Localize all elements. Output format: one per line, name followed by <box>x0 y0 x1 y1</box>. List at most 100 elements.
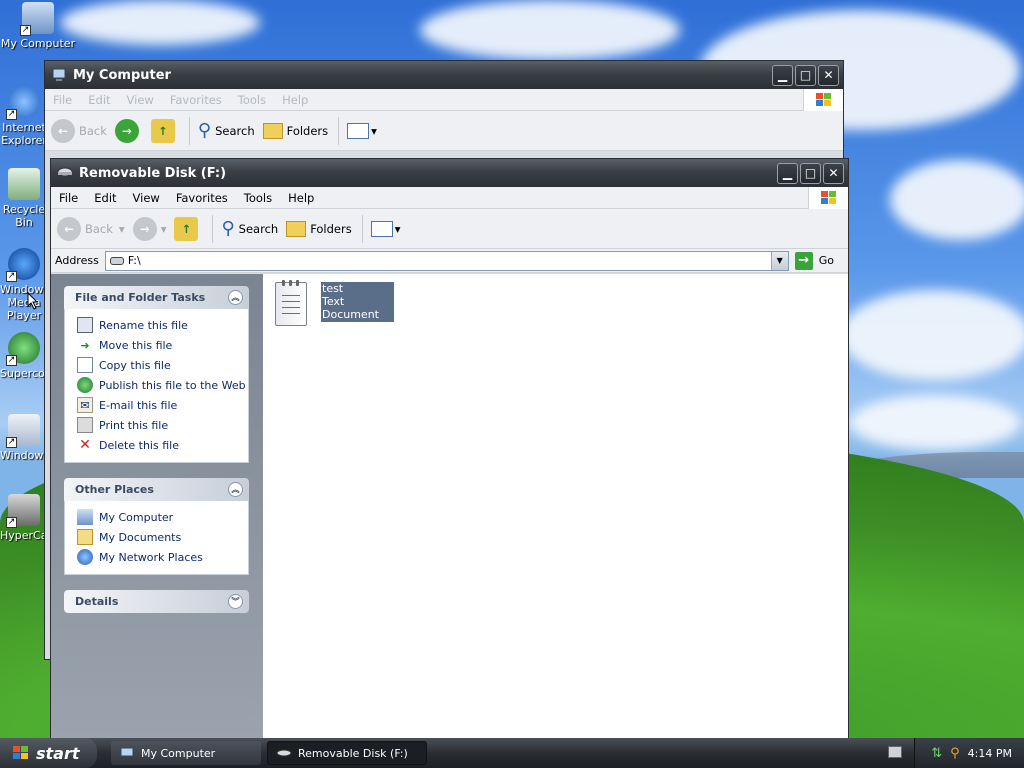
minimize-button[interactable]: ▁ <box>772 64 793 86</box>
address-input[interactable]: F:\ ▼ <box>104 250 789 271</box>
back-arrow-icon: ← <box>57 216 81 241</box>
search-button[interactable]: ⚲ Search <box>198 120 255 141</box>
forward-button[interactable]: → ▾ <box>132 216 166 241</box>
panel-body: My Computer My Documents My Network Plac… <box>64 501 249 575</box>
system-tray: ⇅ ⚲ 4:14 PM <box>914 738 1024 768</box>
titlebar[interactable]: Removable Disk (F:) ▁ □ ✕ <box>51 159 848 187</box>
place-my-documents[interactable]: My Documents <box>77 527 248 547</box>
windows-logo-icon <box>803 89 843 111</box>
folders-button[interactable]: Folders <box>262 122 328 139</box>
task-move-file[interactable]: ➜ Move this file <box>77 335 248 355</box>
search-icon: ⚲ <box>197 120 212 141</box>
task-rename-file[interactable]: Rename this file <box>77 315 248 335</box>
desktop-icon-recycle-bin[interactable]: Recycle Bin <box>0 168 48 229</box>
back-button[interactable]: ← Back <box>51 118 107 143</box>
computer-icon <box>52 68 66 81</box>
internet-explorer-icon: ↗ <box>6 86 40 120</box>
folders-button[interactable]: Folders <box>286 220 352 237</box>
desktop-icon-windows[interactable]: ↗ Windows <box>0 414 48 462</box>
panel-title: Details <box>75 595 119 608</box>
toolbar-separator <box>361 214 363 243</box>
file-item-test[interactable]: test Text Document 1 KB <box>275 280 394 334</box>
computer-icon <box>77 509 93 525</box>
search-tray-icon[interactable]: ⚲ <box>950 746 960 761</box>
place-my-computer[interactable]: My Computer <box>77 507 248 527</box>
task-print-file[interactable]: Print this file <box>77 415 248 435</box>
go-button[interactable]: → Go <box>794 251 834 270</box>
place-my-network-places[interactable]: My Network Places <box>77 547 248 567</box>
windows-logo-icon <box>808 187 848 209</box>
menu-edit[interactable]: Edit <box>86 191 124 205</box>
desktop-icon-label: HyperCam <box>0 529 48 542</box>
file-size: 1 KB <box>322 321 348 334</box>
views-button[interactable]: ▾ <box>347 122 377 139</box>
panel-header[interactable]: Other Places ︽ <box>64 478 249 501</box>
taskbar-button-my-computer[interactable]: My Computer <box>111 741 261 765</box>
desktop-icon-media-player[interactable]: ↗ Windows Media Player <box>0 248 48 322</box>
maximize-button[interactable]: □ <box>795 64 816 86</box>
start-button[interactable]: start <box>0 738 97 768</box>
close-button[interactable]: ✕ <box>818 64 839 86</box>
network-icon <box>77 549 93 565</box>
search-button[interactable]: ⚲ Search <box>221 218 278 239</box>
desktop-icon-internet-explorer[interactable]: ↗ Internet Explorer <box>0 86 48 147</box>
panel-header[interactable]: File and Folder Tasks ︽ <box>64 286 249 309</box>
views-icon <box>347 122 370 139</box>
task-publish-to-web[interactable]: Publish this file to the Web <box>77 375 248 395</box>
menu-favorites[interactable]: Favorites <box>162 93 230 107</box>
desktop-icon-hypercam[interactable]: ↗ HyperCam <box>0 494 48 542</box>
collapse-chevron-icon[interactable]: ︽ <box>228 290 243 305</box>
maximize-button[interactable]: □ <box>800 162 821 184</box>
menu-tools[interactable]: Tools <box>230 93 274 107</box>
rename-icon <box>77 317 93 333</box>
task-email-file[interactable]: ✉ E-mail this file <box>77 395 248 415</box>
file-list-area[interactable]: test Text Document 1 KB <box>263 274 848 739</box>
menu-edit[interactable]: Edit <box>80 93 118 107</box>
close-button[interactable]: ✕ <box>823 162 844 184</box>
clock[interactable]: 4:14 PM <box>968 747 1012 760</box>
desktop-icon-supercopier[interactable]: ↗ Supercopier <box>0 332 48 380</box>
task-copy-file[interactable]: Copy this file <box>77 355 248 375</box>
network-tray-icon[interactable]: ⇅ <box>931 746 942 761</box>
print-icon <box>77 417 93 433</box>
menu-view[interactable]: View <box>119 93 162 107</box>
menu-favorites[interactable]: Favorites <box>168 191 236 205</box>
supercopier-icon: ↗ <box>6 332 40 366</box>
cloud <box>60 0 260 45</box>
computer-icon <box>120 747 134 757</box>
keyboard-icon[interactable] <box>888 746 902 758</box>
recycle-bin-icon <box>8 168 40 200</box>
taskbar: start My Computer Removable Disk (F:) ⇅ … <box>0 738 1024 768</box>
details-panel: Details ︾ <box>64 590 249 613</box>
desktop-icon-label: Windows <box>0 449 48 462</box>
panel-header[interactable]: Details ︾ <box>64 590 249 613</box>
menu-tools[interactable]: Tools <box>236 191 280 205</box>
menu-file[interactable]: File <box>45 93 80 107</box>
menu-help[interactable]: Help <box>280 191 322 205</box>
address-value: F:\ <box>127 254 141 267</box>
back-button[interactable]: ← Back ▾ <box>57 216 125 241</box>
menu-file[interactable]: File <box>51 191 86 205</box>
file-type: Text Document <box>322 295 379 321</box>
other-places-panel: Other Places ︽ My Computer My Documents … <box>64 478 249 575</box>
menu-help[interactable]: Help <box>274 93 316 107</box>
removable-disk-icon <box>57 167 73 177</box>
address-dropdown-button[interactable]: ▼ <box>770 251 788 270</box>
media-player-icon: ↗ <box>6 248 40 282</box>
up-folder-button[interactable]: ↑ <box>174 216 202 241</box>
minimize-button[interactable]: ▁ <box>777 162 798 184</box>
up-folder-button[interactable]: ↑ <box>150 118 179 143</box>
views-button[interactable]: ▾ <box>370 220 401 237</box>
cloud <box>850 395 1020 450</box>
menu-view[interactable]: View <box>125 191 168 205</box>
window-title: My Computer <box>73 67 171 83</box>
collapse-chevron-icon[interactable]: ︽ <box>228 482 243 497</box>
forward-button[interactable]: → <box>114 118 143 143</box>
task-delete-file[interactable]: ✕ Delete this file <box>77 435 248 455</box>
panel-title: File and Folder Tasks <box>75 291 206 304</box>
expand-chevron-icon[interactable]: ︾ <box>228 594 243 609</box>
taskbar-button-removable-disk[interactable]: Removable Disk (F:) <box>267 741 427 765</box>
titlebar[interactable]: My Computer ▁ □ ✕ <box>45 61 843 89</box>
desktop-icon-my-computer[interactable]: ↗ My Computer <box>0 2 76 50</box>
removable-disk-window[interactable]: Removable Disk (F:) ▁ □ ✕ File Edit View… <box>50 158 849 740</box>
